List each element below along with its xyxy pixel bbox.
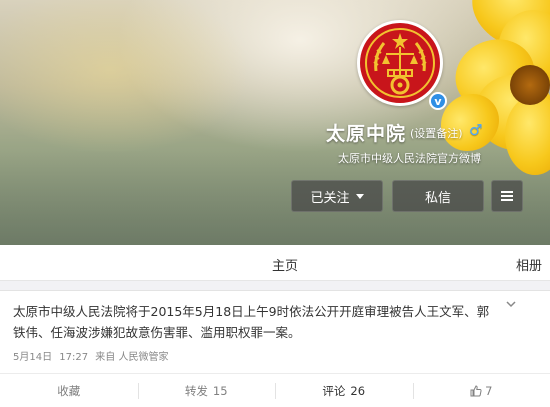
- followed-button-label: 已关注: [310, 190, 350, 206]
- flower-center: [510, 65, 550, 105]
- profile-page: v 太原中院 (设置备注) ♂ 太原市中级人民法院官方微博 已关注 私信 主页 …: [0, 0, 550, 407]
- tab-album[interactable]: 相册: [516, 255, 542, 274]
- repost-count: 15: [212, 383, 228, 398]
- verified-v-icon: v: [429, 92, 447, 110]
- profile-name: 太原中院: [326, 123, 407, 145]
- weibo-post-card: 太原市中级人民法院将于2015年5月18日上午9时依法公开开庭审理被告人王文军、…: [0, 290, 550, 407]
- profile-tab-bar: 主页 相册: [0, 245, 550, 281]
- like-button[interactable]: 7: [412, 374, 550, 407]
- comment-count: 26: [350, 383, 366, 398]
- favorite-label: 收藏: [57, 383, 81, 398]
- post-time: 17:27: [59, 352, 89, 363]
- post-source[interactable]: 来自 人民微管家: [95, 352, 168, 363]
- male-icon: ♂: [469, 121, 483, 139]
- chevron-down-icon: [355, 193, 364, 199]
- message-button[interactable]: 私信: [392, 180, 484, 212]
- profile-description: 太原市中级人民法院官方微博: [338, 152, 481, 165]
- thumbs-up-icon: [470, 384, 482, 396]
- menu-icon: [501, 191, 513, 201]
- like-count: 7: [485, 383, 493, 398]
- post-meta: 5月14日 17:27 来自 人民微管家: [13, 348, 172, 363]
- post-actions: 收藏 转发 15 评论 26 7: [0, 373, 550, 407]
- set-remark-link[interactable]: (设置备注): [410, 125, 463, 141]
- court-emblem: [360, 23, 440, 103]
- favorite-button[interactable]: 收藏: [0, 374, 138, 407]
- comment-label: 评论: [322, 383, 346, 398]
- tab-home[interactable]: 主页: [272, 255, 298, 274]
- comment-button[interactable]: 评论 26: [275, 374, 413, 407]
- followed-button[interactable]: 已关注: [291, 180, 383, 212]
- repost-label: 转发: [184, 383, 208, 398]
- more-menu-button[interactable]: [491, 180, 523, 212]
- avatar[interactable]: [357, 20, 443, 106]
- message-button-label: 私信: [424, 190, 451, 206]
- chevron-down-icon[interactable]: [506, 299, 516, 309]
- court-emblem-icon: [365, 28, 435, 98]
- post-date: 5月14日: [13, 352, 53, 363]
- repost-button[interactable]: 转发 15: [137, 374, 276, 407]
- post-text: 太原市中级人民法院将于2015年5月18日上午9时依法公开开庭审理被告人王文军、…: [13, 304, 490, 340]
